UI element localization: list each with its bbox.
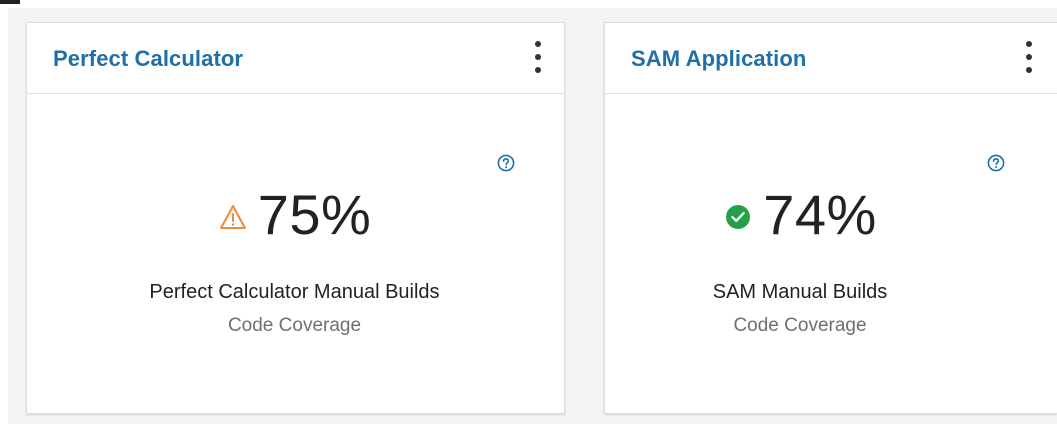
checkmark-filled-icon — [726, 205, 751, 229]
clipped-header-text — [0, 0, 20, 4]
dashboard-card-sam-application: SAM Application 74% SAM Manual Builds Co… — [604, 22, 1057, 414]
coverage-percentage: 74% — [763, 183, 877, 246]
metric-row: 75% — [27, 183, 562, 247]
card-title[interactable]: Perfect Calculator — [53, 46, 243, 72]
build-name: SAM Manual Builds — [712, 281, 888, 303]
overflow-menu-vertical-icon[interactable] — [1019, 39, 1039, 79]
card-header: Perfect Calculator — [27, 23, 564, 94]
card-header: SAM Application — [605, 23, 1057, 94]
card-title[interactable]: SAM Application — [631, 46, 806, 72]
warning-triangle-icon — [219, 205, 246, 229]
coverage-percentage: 75% — [257, 183, 372, 246]
metric-name: Code Coverage — [733, 315, 867, 336]
build-name: Perfect Calculator Manual Builds — [149, 281, 440, 303]
metric-row: 74% — [605, 183, 995, 247]
top-strip — [0, 0, 1057, 8]
dashboard-card-perfect-calculator: Perfect Calculator 75% Perfect Calculato… — [26, 22, 565, 414]
left-strip — [0, 8, 8, 424]
help-icon[interactable] — [987, 154, 1005, 172]
metric-name: Code Coverage — [227, 315, 362, 336]
help-icon[interactable] — [497, 154, 515, 172]
overflow-menu-vertical-icon[interactable] — [528, 39, 548, 79]
